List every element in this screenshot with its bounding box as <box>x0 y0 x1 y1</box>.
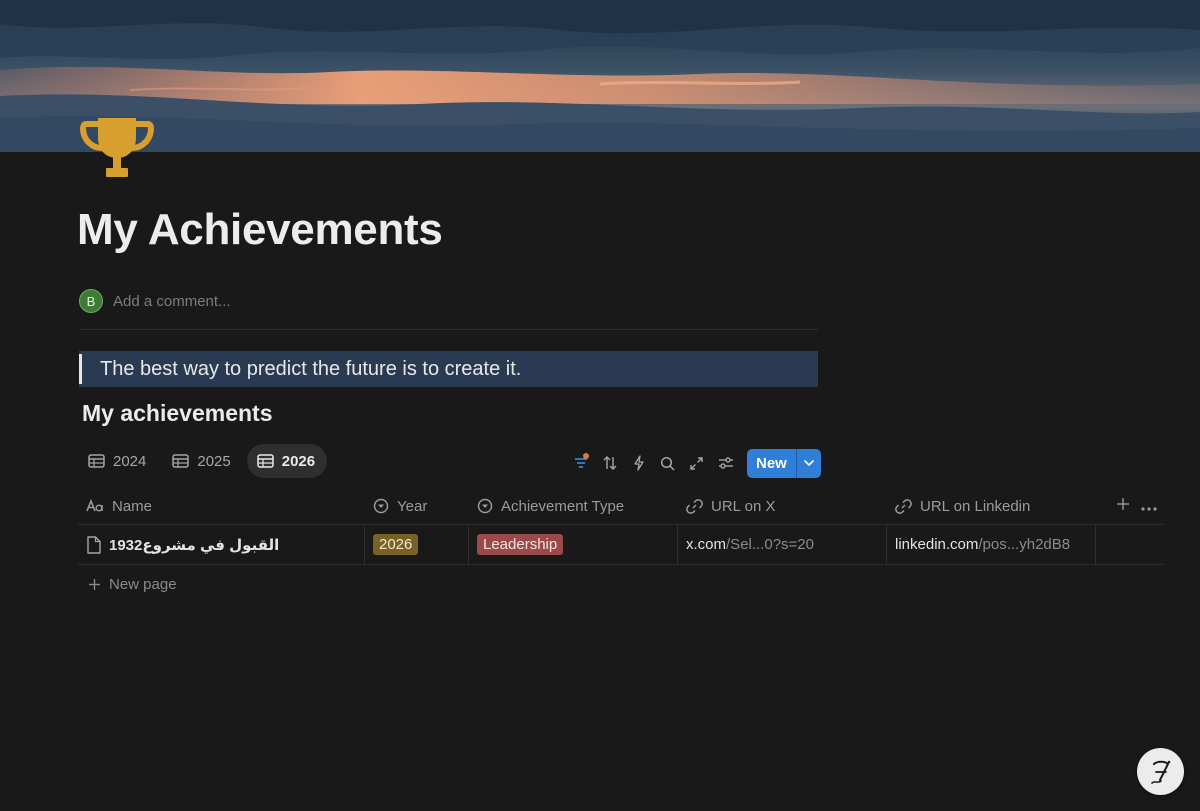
new-page-label: New page <box>109 575 177 593</box>
cell-name[interactable]: القبول في مشروع1932 <box>78 525 365 564</box>
url-path[interactable]: /pos...yh2dB8 <box>978 536 1070 553</box>
tab-label: 2026 <box>281 452 316 470</box>
tab-label: 2025 <box>197 452 231 470</box>
expand-icon <box>690 456 703 470</box>
select-icon <box>373 498 389 514</box>
new-button-group: New <box>747 448 821 478</box>
settings-button[interactable] <box>711 448 740 478</box>
quote-text[interactable]: The best way to predict the future is to… <box>100 358 521 381</box>
search-button[interactable] <box>653 448 682 478</box>
quote-block[interactable]: The best way to predict the future is to… <box>79 351 818 387</box>
quote-bar <box>79 354 82 384</box>
new-button[interactable]: New <box>747 448 796 478</box>
tab-2025[interactable]: 2025 <box>162 444 242 478</box>
column-actions <box>1096 488 1163 524</box>
link-icon <box>895 498 912 515</box>
url-path[interactable]: /Sel...0?s=20 <box>726 536 814 553</box>
help-button[interactable] <box>1137 748 1184 795</box>
lightning-icon <box>633 455 644 471</box>
trophy-icon[interactable] <box>79 116 158 182</box>
database-table: Name Year Achievement Type URL on X URL … <box>78 488 1163 565</box>
column-label: Year <box>397 497 428 515</box>
notion-ai-icon <box>1150 760 1170 784</box>
chevron-down-icon <box>803 459 814 467</box>
column-label: URL on X <box>711 497 776 515</box>
type-tag: Leadership <box>477 534 564 555</box>
cell-empty <box>1096 525 1163 564</box>
tab-2024[interactable]: 2024 <box>78 444 158 478</box>
cover-image[interactable] <box>0 0 1200 152</box>
database-title[interactable]: My achievements <box>82 400 272 427</box>
view-tabs: 2024 2025 2026 <box>78 444 331 478</box>
table-icon <box>88 454 105 468</box>
text-aa-icon <box>86 499 104 513</box>
column-header-year[interactable]: Year <box>365 488 469 524</box>
expand-button[interactable] <box>682 448 711 478</box>
url-host[interactable]: linkedin.com <box>895 536 978 553</box>
column-label: URL on Linkedin <box>920 497 1031 515</box>
table-icon <box>172 454 190 468</box>
cell-url-linkedin[interactable]: linkedin.com/pos...yh2dB8 <box>887 525 1096 564</box>
automation-button[interactable] <box>624 448 653 478</box>
filter-active-dot <box>583 453 589 459</box>
link-icon <box>686 498 703 515</box>
cell-url-x[interactable]: x.com/Sel...0?s=20 <box>678 525 887 564</box>
more-options-icon[interactable] <box>1141 498 1157 515</box>
sliders-icon <box>718 457 733 469</box>
table-header: Name Year Achievement Type URL on X URL … <box>78 488 1163 525</box>
column-header-url-x[interactable]: URL on X <box>678 488 887 524</box>
page-icon <box>86 535 101 554</box>
row-title[interactable]: القبول في مشروع1932 <box>109 536 279 554</box>
tab-2026[interactable]: 2026 <box>246 444 328 478</box>
column-header-url-linkedin[interactable]: URL on Linkedin <box>887 488 1096 524</box>
sort-button[interactable] <box>595 448 624 478</box>
url-host[interactable]: x.com <box>686 536 726 553</box>
comment-row[interactable]: B Add a comment... <box>79 288 231 314</box>
select-icon <box>477 498 493 514</box>
tab-label: 2024 <box>113 452 147 470</box>
new-page-button[interactable]: New page <box>88 572 177 596</box>
avatar: B <box>79 289 103 313</box>
divider <box>79 329 818 330</box>
column-header-achievement-type[interactable]: Achievement Type <box>469 488 678 524</box>
page-title[interactable]: My Achievements <box>77 200 443 260</box>
comment-input[interactable]: Add a comment... <box>113 293 231 310</box>
column-label: Achievement Type <box>501 497 625 515</box>
cell-achievement-type[interactable]: Leadership <box>469 525 678 564</box>
sort-icon <box>603 456 616 470</box>
search-icon <box>660 456 675 471</box>
table-icon <box>257 454 274 468</box>
table-row[interactable]: القبول في مشروع1932 2026 Leadership x.co… <box>78 525 1163 565</box>
cell-year[interactable]: 2026 <box>365 525 469 564</box>
year-tag: 2026 <box>373 534 419 555</box>
database-toolbar: New <box>566 448 821 478</box>
column-label: Name <box>112 497 153 515</box>
plus-icon <box>88 578 101 591</box>
notion-page: My Achievements B Add a comment... The b… <box>0 0 1200 811</box>
filter-button[interactable] <box>566 448 595 478</box>
new-dropdown-button[interactable] <box>795 448 821 478</box>
add-column-icon[interactable] <box>1116 497 1130 515</box>
column-header-name[interactable]: Name <box>78 488 365 524</box>
